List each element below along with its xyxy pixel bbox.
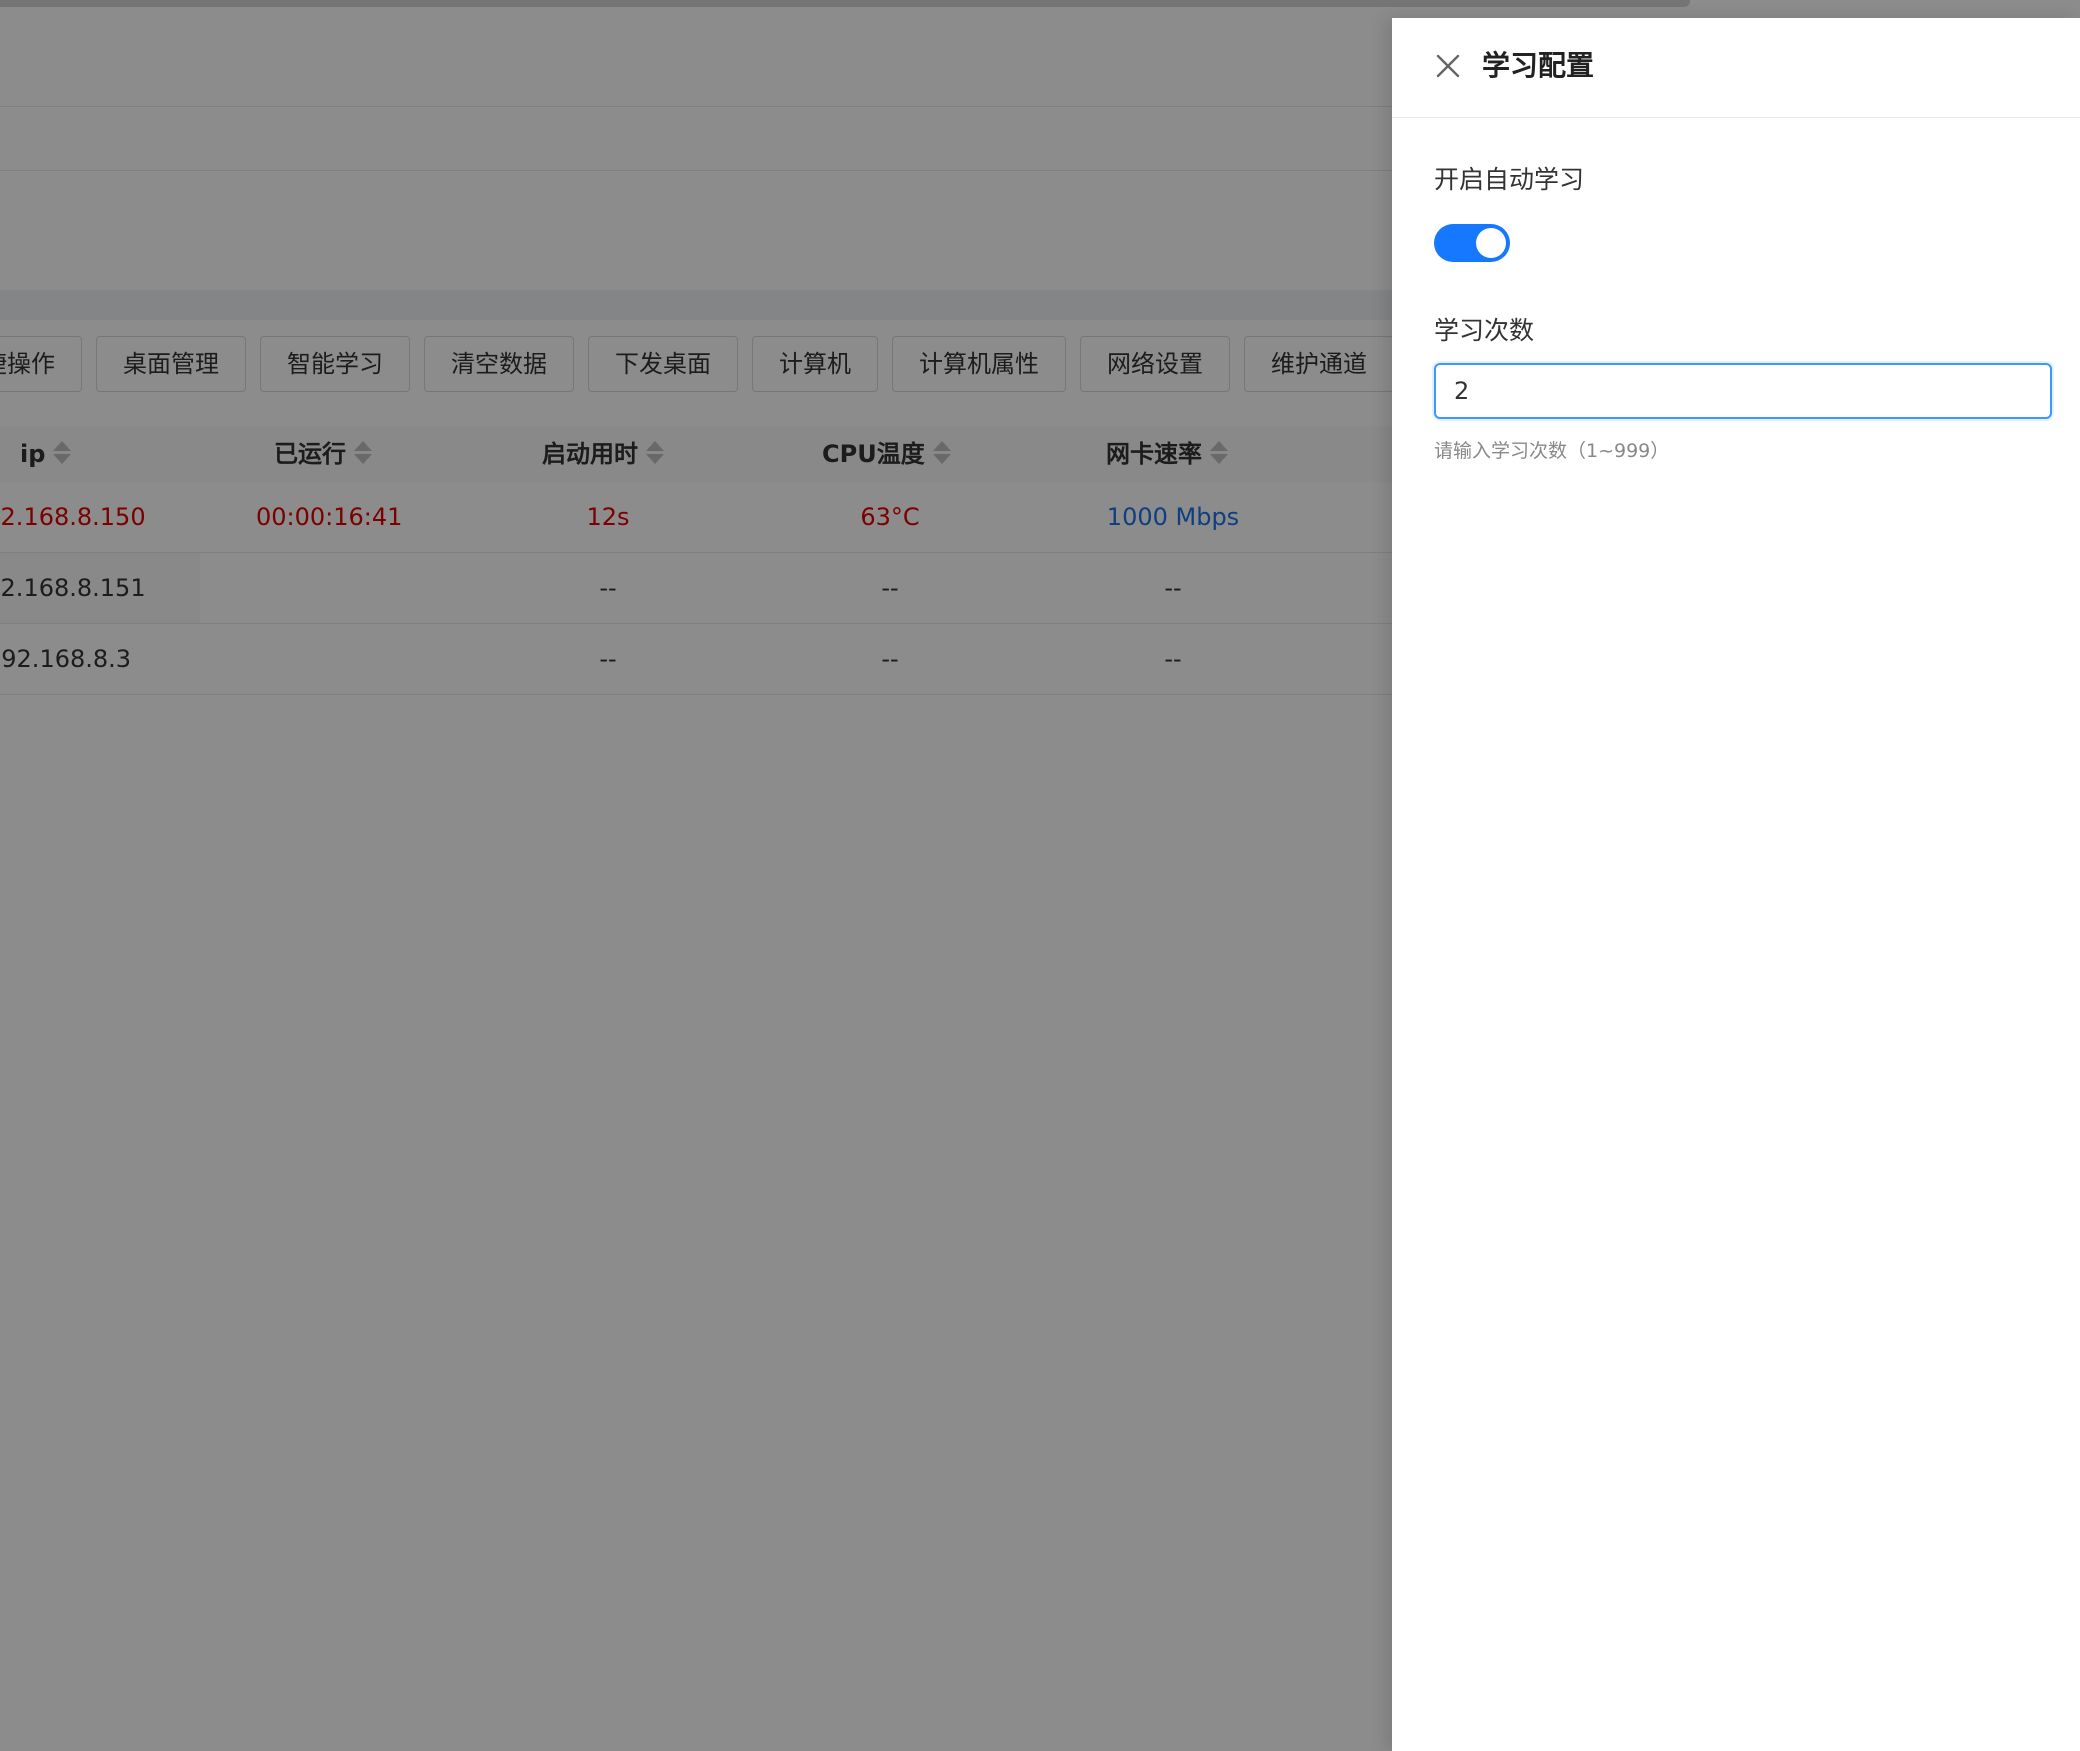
- drawer-title: 学习配置: [1482, 49, 1595, 82]
- auto-learn-label: 开启自动学习: [1434, 165, 1585, 194]
- toggle-knob: [1476, 228, 1506, 258]
- learn-count-label: 学习次数: [1434, 316, 1535, 345]
- auto-learn-toggle[interactable]: [1434, 224, 1510, 262]
- learn-count-help: 请输入学习次数（1~999）: [1434, 440, 1670, 462]
- drawer-header: 学习配置: [1392, 18, 2080, 118]
- page: 快捷操作 桌面管理 智能学习 清空数据 下发桌面 计算机 计算机属性 网络设置 …: [0, 0, 2080, 1751]
- learning-config-drawer: 学习配置 开启自动学习 学习次数 请输入学习次数（1~999）: [1392, 18, 2080, 1751]
- close-icon[interactable]: [1432, 50, 1464, 82]
- learn-count-input[interactable]: [1434, 363, 2052, 419]
